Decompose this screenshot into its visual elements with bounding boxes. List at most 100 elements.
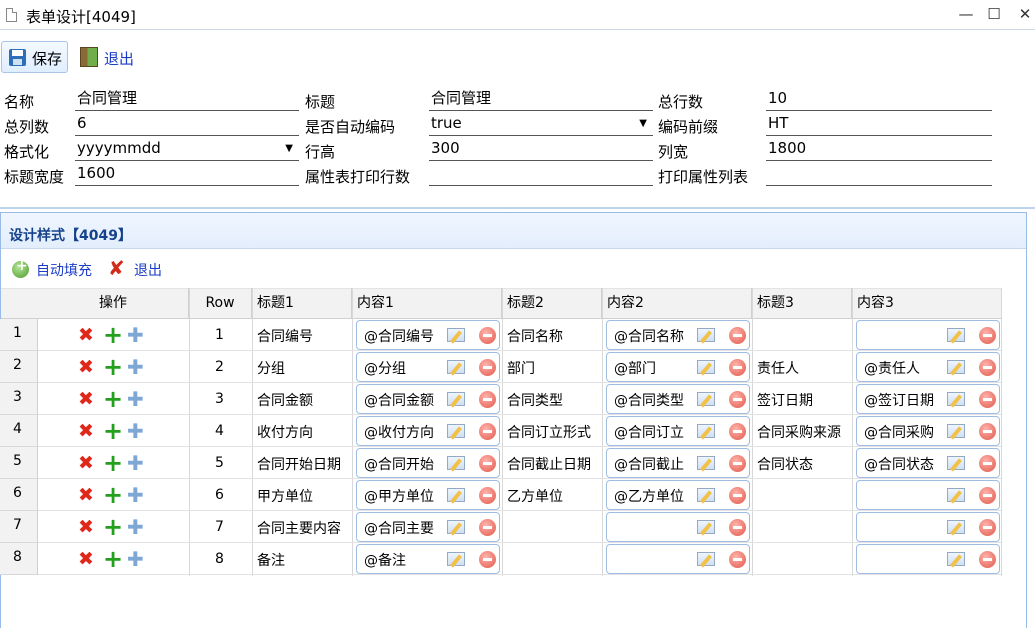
close-button[interactable]: ✕ — [1008, 1, 1035, 27]
title-cell[interactable]: 合同金额 — [257, 390, 352, 410]
content-cell-input[interactable]: @分组 — [356, 352, 500, 382]
edit-icon[interactable] — [947, 328, 965, 342]
content-cell-input[interactable]: @合同开始 — [356, 448, 500, 478]
content-cell-input[interactable] — [856, 512, 1000, 542]
remove-icon[interactable] — [729, 455, 746, 472]
edit-icon[interactable] — [947, 360, 965, 374]
edit-icon[interactable] — [697, 488, 715, 502]
title-cell[interactable]: 合同截止日期 — [507, 454, 602, 474]
edit-icon[interactable] — [947, 552, 965, 566]
remove-icon[interactable] — [479, 551, 496, 568]
remove-icon[interactable] — [979, 455, 996, 472]
delete-row-icon[interactable]: ✖ — [78, 485, 94, 505]
title-cell[interactable]: 责任人 — [757, 358, 852, 378]
content-cell-input[interactable]: @收付方向 — [356, 416, 500, 446]
title-cell[interactable]: 甲方单位 — [257, 486, 352, 506]
edit-icon[interactable] — [697, 360, 715, 374]
delete-row-icon[interactable]: ✖ — [78, 549, 94, 569]
content-cell-input[interactable]: @合同截止 — [606, 448, 750, 478]
content-cell-input[interactable] — [856, 544, 1000, 574]
title-cell[interactable]: 合同订立形式 — [507, 422, 602, 442]
edit-icon[interactable] — [447, 552, 465, 566]
add-row-icon[interactable]: + — [103, 323, 123, 347]
remove-icon[interactable] — [979, 423, 996, 440]
prefix-field[interactable]: HT — [766, 112, 992, 136]
title-cell[interactable]: 合同主要内容 — [257, 518, 352, 538]
edit-icon[interactable] — [447, 424, 465, 438]
edit-icon[interactable] — [447, 328, 465, 342]
insert-row-icon[interactable]: ✚ — [127, 388, 144, 410]
exit-door-icon[interactable] — [80, 47, 98, 67]
edit-icon[interactable] — [697, 520, 715, 534]
cols-field[interactable]: 6 — [75, 112, 299, 136]
content-cell-input[interactable] — [606, 512, 750, 542]
content-cell-input[interactable]: @乙方单位 — [606, 480, 750, 510]
title-cell[interactable]: 部门 — [507, 358, 602, 378]
add-row-icon[interactable]: + — [103, 419, 123, 443]
content-cell-input[interactable]: @签订日期 — [856, 384, 1000, 414]
remove-icon[interactable] — [729, 359, 746, 376]
title-cell[interactable]: 收付方向 — [257, 422, 352, 442]
remove-icon[interactable] — [479, 455, 496, 472]
title-cell[interactable]: 签订日期 — [757, 390, 852, 410]
content-cell-input[interactable]: @合同订立 — [606, 416, 750, 446]
add-row-icon[interactable]: + — [103, 451, 123, 475]
title-cell[interactable]: 合同编号 — [257, 326, 352, 346]
edit-icon[interactable] — [447, 520, 465, 534]
content-cell-input[interactable] — [856, 320, 1000, 350]
insert-row-icon[interactable]: ✚ — [127, 452, 144, 474]
insert-row-icon[interactable]: ✚ — [127, 516, 144, 538]
remove-icon[interactable] — [729, 327, 746, 344]
remove-icon[interactable] — [479, 391, 496, 408]
content-cell-input[interactable] — [856, 480, 1000, 510]
content-cell-input[interactable]: @备注 — [356, 544, 500, 574]
insert-row-icon[interactable]: ✚ — [127, 420, 144, 442]
content-cell-input[interactable]: @合同状态 — [856, 448, 1000, 478]
insert-row-icon[interactable]: ✚ — [127, 548, 144, 570]
remove-icon[interactable] — [729, 487, 746, 504]
edit-icon[interactable] — [447, 456, 465, 470]
content-cell-input[interactable] — [606, 544, 750, 574]
content-cell-input[interactable]: @合同主要 — [356, 512, 500, 542]
format-select[interactable]: yyyymmdd — [75, 137, 299, 161]
autocode-select[interactable]: true — [429, 112, 653, 136]
delete-row-icon[interactable]: ✖ — [78, 421, 94, 441]
title-cell[interactable]: 乙方单位 — [507, 486, 602, 506]
titlewidth-field[interactable]: 1600 — [75, 162, 299, 186]
content-cell-input[interactable]: @甲方单位 — [356, 480, 500, 510]
panel-exit-button[interactable]: 退出 — [134, 260, 162, 280]
remove-icon[interactable] — [479, 423, 496, 440]
delete-row-icon[interactable]: ✖ — [78, 357, 94, 377]
remove-icon[interactable] — [979, 551, 996, 568]
remove-icon[interactable] — [479, 359, 496, 376]
proplist-field[interactable] — [766, 162, 992, 186]
delete-row-icon[interactable]: ✖ — [78, 325, 94, 345]
delete-row-icon[interactable]: ✖ — [78, 389, 94, 409]
remove-icon[interactable] — [479, 327, 496, 344]
add-row-icon[interactable]: + — [103, 515, 123, 539]
remove-icon[interactable] — [479, 519, 496, 536]
edit-icon[interactable] — [447, 392, 465, 406]
title-cell[interactable]: 合同类型 — [507, 390, 602, 410]
maximize-button[interactable]: ☐ — [977, 1, 1011, 27]
add-row-icon[interactable]: + — [103, 355, 123, 379]
remove-icon[interactable] — [729, 519, 746, 536]
edit-icon[interactable] — [947, 424, 965, 438]
close-icon[interactable]: ✘ — [108, 258, 125, 278]
remove-icon[interactable] — [979, 391, 996, 408]
edit-icon[interactable] — [447, 360, 465, 374]
edit-icon[interactable] — [697, 456, 715, 470]
insert-row-icon[interactable]: ✚ — [127, 484, 144, 506]
add-circle-icon[interactable] — [12, 258, 29, 278]
colwidth-field[interactable]: 1800 — [766, 137, 992, 161]
content-cell-input[interactable]: @合同编号 — [356, 320, 500, 350]
edit-icon[interactable] — [947, 488, 965, 502]
add-row-icon[interactable]: + — [103, 387, 123, 411]
rows-field[interactable]: 10 — [766, 87, 992, 111]
delete-row-icon[interactable]: ✖ — [78, 453, 94, 473]
edit-icon[interactable] — [947, 392, 965, 406]
add-row-icon[interactable]: + — [103, 547, 123, 571]
rowheight-field[interactable]: 300 — [429, 137, 653, 161]
content-cell-input[interactable]: @责任人 — [856, 352, 1000, 382]
add-row-icon[interactable]: + — [103, 483, 123, 507]
